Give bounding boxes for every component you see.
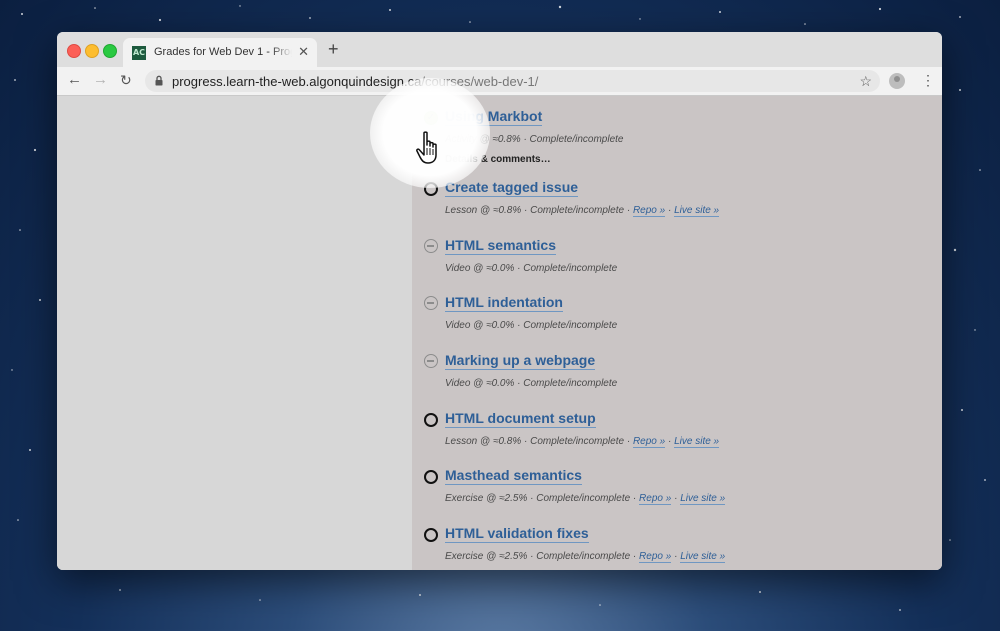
live-site-link[interactable]: Live site »	[674, 436, 720, 448]
list-item: Masthead semantics Exercise @ ≈2.5% · Co…	[412, 465, 942, 521]
not-applicable-icon	[424, 239, 438, 253]
browser-tab[interactable]: AC Grades for Web Dev 1 - Progress ✕	[123, 38, 317, 67]
details-comments-link[interactable]: Details & comments…	[445, 154, 551, 166]
incomplete-circle-icon	[424, 528, 438, 542]
item-meta: Video @ ≈0.0% · Complete/incomplete	[445, 378, 618, 389]
url-host: progress.learn-the-web.algonquindesign.c…	[172, 74, 422, 89]
not-applicable-icon	[424, 296, 438, 310]
browser-window: AC Grades for Web Dev 1 - Progress ✕ + ←…	[57, 32, 942, 570]
item-title[interactable]: HTML semantics	[445, 237, 556, 255]
incomplete-circle-icon	[424, 413, 438, 427]
item-title[interactable]: HTML document setup	[445, 410, 596, 428]
not-applicable-icon	[424, 354, 438, 368]
minimize-window-button[interactable]	[85, 44, 99, 58]
list-item: Marking up a webpage Video @ ≈0.0% · Com…	[412, 350, 942, 406]
url-text: progress.learn-the-web.algonquindesign.c…	[172, 74, 538, 89]
reload-icon[interactable]: ↻	[120, 71, 132, 89]
more-menu-icon[interactable]: ⋮	[921, 71, 935, 89]
item-meta: Video @ ≈0.0% · Complete/incomplete	[445, 263, 618, 274]
item-meta-text: Lesson @ ≈0.8% · Complete/incomplete ·	[445, 205, 631, 216]
list-item: HTML indentation Video @ ≈0.0% · Complet…	[412, 292, 942, 348]
tab-strip: AC Grades for Web Dev 1 - Progress ✕ +	[57, 32, 942, 67]
lock-icon	[155, 75, 163, 86]
back-arrow-icon[interactable]: ←	[67, 71, 82, 89]
repo-link[interactable]: Repo »	[632, 436, 666, 448]
hand-pointer-cursor-icon	[416, 131, 437, 164]
live-site-link[interactable]: Live site »	[680, 493, 726, 505]
item-meta-text: Exercise @ ≈2.5% · Complete/incomplete ·	[445, 551, 637, 562]
item-title[interactable]: Using Markbot	[445, 108, 543, 126]
close-window-button[interactable]	[67, 44, 81, 58]
item-meta: Activity @ ≈0.8% · Complete/incomplete	[445, 134, 624, 145]
new-tab-button[interactable]: +	[328, 40, 339, 58]
assessment-list: ✓ Using Markbot Activity @ ≈0.8% · Compl…	[412, 96, 942, 570]
browser-toolbar: ← → ↻ progress.learn-the-web.algonquinde…	[57, 67, 942, 96]
list-item: Create tagged issue Lesson @ ≈0.8% · Com…	[412, 177, 942, 233]
page-content: ✓ Using Markbot Activity @ ≈0.8% · Compl…	[57, 96, 942, 570]
list-item: HTML semantics Video @ ≈0.0% · Complete/…	[412, 235, 942, 291]
incomplete-circle-icon	[424, 182, 438, 196]
item-meta: Lesson @ ≈0.8% · Complete/incomplete · R…	[445, 205, 720, 217]
incomplete-circle-icon	[424, 470, 438, 484]
list-item: HTML validation fixes Exercise @ ≈2.5% ·…	[412, 523, 942, 570]
forward-arrow-icon[interactable]: →	[93, 71, 108, 89]
item-title[interactable]: Create tagged issue	[445, 179, 579, 197]
profile-avatar-icon[interactable]	[889, 73, 905, 89]
live-site-link[interactable]: Live site »	[680, 551, 726, 563]
repo-link[interactable]: Repo »	[639, 493, 672, 505]
url-path: /courses/web-dev-1/	[421, 74, 539, 89]
item-title[interactable]: Marking up a webpage	[445, 352, 596, 370]
item-meta-text: Exercise @ ≈2.5% · Complete/incomplete ·	[445, 493, 637, 504]
live-site-link[interactable]: Live site »	[674, 205, 720, 217]
item-title[interactable]: HTML indentation	[445, 294, 563, 312]
close-tab-icon[interactable]: ✕	[298, 45, 309, 59]
tab-title: Grades for Web Dev 1 - Progress	[154, 46, 292, 58]
complete-check-icon: ✓	[424, 111, 438, 125]
left-column	[57, 96, 412, 570]
zoom-window-button[interactable]	[103, 44, 117, 58]
item-meta: Exercise @ ≈2.5% · Complete/incomplete ·…	[445, 493, 726, 505]
item-meta: Exercise @ ≈2.5% · Complete/incomplete ·…	[445, 551, 726, 563]
list-item: HTML document setup Lesson @ ≈0.8% · Com…	[412, 408, 942, 464]
item-meta: Lesson @ ≈0.8% · Complete/incomplete · R…	[445, 436, 720, 448]
item-title[interactable]: HTML validation fixes	[445, 525, 589, 543]
item-meta-text: Lesson @ ≈0.8% · Complete/incomplete ·	[445, 436, 631, 447]
list-item: ✓ Using Markbot Activity @ ≈0.8% · Compl…	[412, 106, 942, 165]
item-title[interactable]: Masthead semantics	[445, 467, 582, 485]
repo-link[interactable]: Repo »	[639, 551, 672, 563]
repo-link[interactable]: Repo »	[632, 205, 666, 217]
item-meta: Video @ ≈0.0% · Complete/incomplete	[445, 320, 618, 331]
site-favicon-icon: AC	[132, 46, 146, 60]
address-bar[interactable]: progress.learn-the-web.algonquindesign.c…	[145, 70, 880, 92]
bookmark-star-icon[interactable]: ☆	[859, 72, 872, 90]
